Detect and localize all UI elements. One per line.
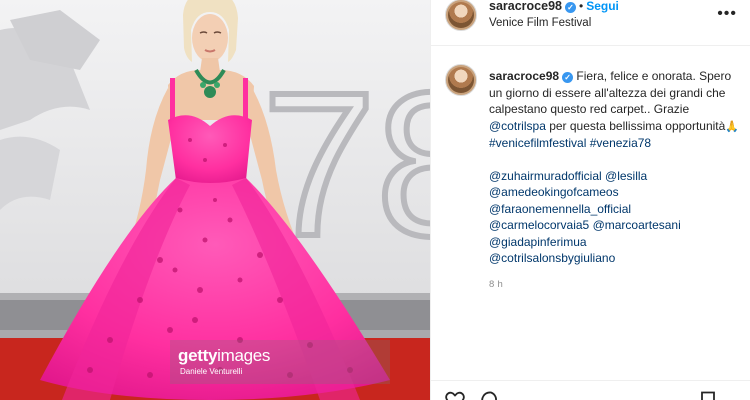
mention-line: @amedeokingofcameos [489,184,739,201]
hashtag-line: #venicefilmfestival #venezia78 [489,135,739,152]
mention-line: @faraonemennella_official [489,201,739,218]
mention-link[interactable]: @giadapinferimua [489,235,587,249]
post-header: saracroce98 ✓ • Segui Venice Film Festival … [431,0,750,46]
hashtag-link[interactable]: #venezia78 [590,136,651,150]
caption-verified-icon: ✓ [562,72,574,83]
header-text: saracroce98 ✓ • Segui Venice Film Festival [489,0,619,29]
header-separator: • [578,0,584,13]
action-bar [431,380,750,400]
mention-line: @cotrilsalonsbygiuliano [489,250,739,267]
mention-link[interactable]: @faraonemennella_official [489,202,631,216]
post-photo[interactable]: 78 [0,0,430,400]
caption-body-2: per questa bellissima opportunità [545,118,726,133]
mention-link[interactable]: @carmelocorvaia5 [489,218,589,232]
post-sidebar: saracroce98 ✓ • Segui Venice Film Festival … [430,0,750,400]
caption-text: saracroce98 ✓ Fiera, felice e onorata. Sp… [489,68,739,293]
pray-emoji: 🙏 [725,120,740,133]
mention-link[interactable]: @cotrilsalonsbygiuliano [489,251,615,265]
mention-link[interactable]: @amedeokingofcameos [489,185,619,199]
header-username[interactable]: saracroce98 [489,0,562,13]
mention-line: @carmelocorvaia5 @marcoartesani [489,217,739,234]
getty-logo: gettyimages [178,346,271,365]
comment-icon[interactable] [481,391,501,400]
follow-button[interactable]: Segui [586,0,619,13]
avatar[interactable] [445,0,477,31]
caption-username[interactable]: saracroce98 [489,69,559,83]
mention-line: @zuhairmuradofficial @lesilla [489,168,739,185]
getty-watermark: gettyimages Daniele Venturelli [170,340,390,384]
mention-line: @giadapinferimua [489,234,739,251]
mention-link[interactable]: @marcoartesani [593,218,681,232]
bookmark-icon[interactable] [699,391,717,400]
location-link[interactable]: Venice Film Festival [489,17,619,29]
mention-link[interactable]: @cotrilspa [489,119,546,133]
post-timestamp[interactable]: 8 h [489,277,739,294]
mention-link[interactable]: @lesilla [605,169,647,183]
more-options-icon[interactable]: ••• [717,5,737,23]
mention-link[interactable]: @zuhairmuradofficial [489,169,602,183]
verified-icon: ✓ [564,2,576,13]
photo-credit: Daniele Venturelli [180,367,243,376]
hashtag-link[interactable]: #venicefilmfestival [489,136,586,150]
caption-avatar[interactable] [445,64,477,96]
heart-icon[interactable] [445,391,465,400]
